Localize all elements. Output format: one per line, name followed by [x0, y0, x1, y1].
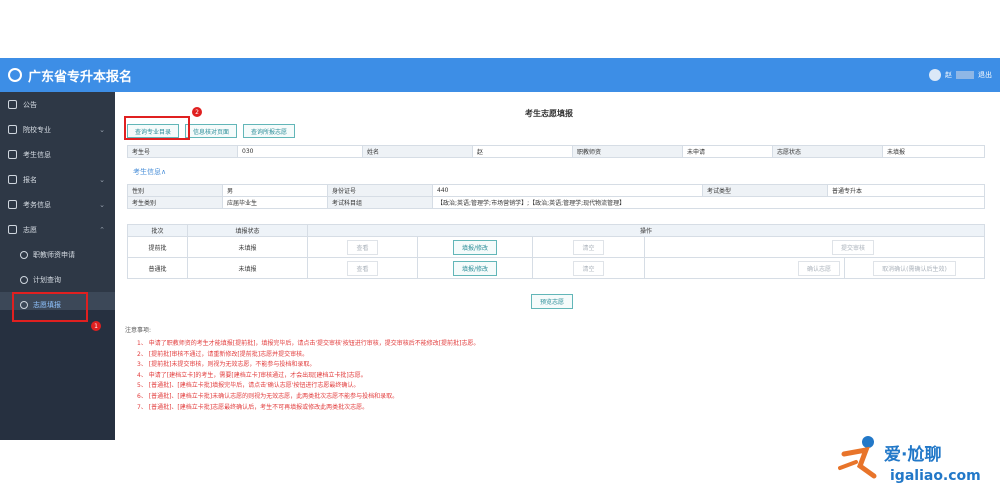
batch-table: 批次 填报状态 操作 提前批 未填报 查看 填报/修改 清空 提交审核 普通批 … — [127, 224, 985, 279]
preview-applications-button[interactable]: 预览志愿 — [531, 294, 574, 309]
label-app-status: 志愿状态 — [772, 145, 883, 158]
notes-title: 注意事项: — [125, 327, 152, 334]
value-teacher: 未申请 — [682, 145, 773, 158]
label-exam-no: 考生号 — [127, 145, 238, 158]
header-actions: 操作 — [307, 224, 985, 237]
sidebar-item-registration[interactable]: 报名 ⌄ — [0, 167, 115, 192]
exam-icon — [8, 200, 17, 209]
step-badge-2: 2 — [192, 107, 202, 117]
confirm-application-button[interactable]: 确认志愿 — [797, 260, 840, 276]
avatar-icon[interactable] — [929, 69, 941, 81]
id-card-icon — [8, 150, 17, 159]
info-check-page-button[interactable]: 信息核对页面 — [185, 124, 238, 138]
batch-name: 提前批 — [127, 236, 188, 258]
value-exam-type: 普通专升本 — [827, 184, 985, 197]
sidebar-item-label: 院校专业 — [23, 125, 51, 134]
school-icon — [8, 125, 17, 134]
view-button[interactable]: 查看 — [347, 260, 378, 276]
sidebar-item-candidate-info[interactable]: 考生信息 — [0, 142, 115, 167]
form-icon — [8, 175, 17, 184]
highlight-box-catalog — [124, 116, 190, 140]
table-row: 普通批 未填报 查看 填报/修改 清空 确认志愿 取消确认(需确认后生效) — [127, 257, 985, 279]
value-id: 440 — [432, 184, 703, 197]
batch-status: 未填报 — [187, 236, 308, 258]
note-item: 3、 [提前批]未提交审核，则视为无效志愿，不能参与投档和录取。 — [137, 361, 316, 369]
chevron-down-icon: ⌄ — [99, 200, 105, 209]
sidebar-item-label: 考务信息 — [23, 200, 51, 209]
top-header-bar: 广东省专升本报名 赵 退出 — [0, 58, 1000, 92]
user-name-mask — [956, 71, 974, 79]
highlight-box-sidebar — [12, 292, 88, 322]
label-name: 姓名 — [362, 145, 473, 158]
label-category: 考生类别 — [127, 196, 223, 209]
sidebar: 公告 院校专业 ⌄ 考生信息 报名 ⌄ 考务信息 ⌄ 志愿 ⌃ 职教师资申请 计… — [0, 92, 115, 440]
value-exam-no: 030 — [237, 145, 363, 158]
sidebar-subitem-teacher-apply[interactable]: 职教师资申请 — [0, 242, 115, 267]
label-exam-type: 考试类型 — [702, 184, 828, 197]
diamond-icon — [20, 275, 28, 284]
clear-button[interactable]: 清空 — [573, 239, 604, 255]
sidebar-item-exam-info[interactable]: 考务信息 ⌄ — [0, 192, 115, 217]
logout-link[interactable]: 退出 — [978, 70, 992, 80]
sidebar-item-label: 志愿 — [23, 225, 37, 234]
view-button[interactable]: 查看 — [347, 239, 378, 255]
sidebar-subitem-label: 计划查询 — [33, 275, 61, 284]
diamond-icon — [20, 250, 28, 259]
table-row: 提前批 未填报 查看 填报/修改 清空 提交审核 — [127, 236, 985, 258]
note-item: 5、 [普通批]、[建档立卡批]填报完毕后，请点击'确认志愿'按钮进行志愿最终确… — [137, 382, 360, 390]
chevron-down-icon: ⌄ — [99, 125, 105, 134]
label-teacher: 职教师资 — [572, 145, 683, 158]
value-name: 赵 — [472, 145, 573, 158]
sidebar-item-applications[interactable]: 志愿 ⌃ — [0, 217, 115, 242]
watermark-logo: 爱·尬聊 igaliao.com — [838, 432, 998, 494]
sidebar-item-label: 考生信息 — [23, 150, 51, 159]
wish-icon — [8, 225, 17, 234]
query-applied-button[interactable]: 查询所报志愿 — [243, 124, 296, 138]
note-item: 6、 [普通批]、[建档立卡批]未确认志愿的则视为无效志愿，此两类批次志愿不能参… — [137, 392, 399, 400]
sidebar-subitem-plan-query[interactable]: 计划查询 — [0, 267, 115, 292]
cancel-confirm-button[interactable]: 取消确认(需确认后生效) — [873, 260, 956, 276]
fill-edit-button[interactable]: 填报/修改 — [452, 239, 498, 255]
note-item: 4、 申请了[建档立卡]的考生，需要[建档立卡]审核通过，才会出现[建档立卡批]… — [137, 371, 367, 379]
user-area: 赵 退出 — [929, 69, 992, 81]
label-subject-group: 考试科目组 — [327, 196, 433, 209]
header-batch: 批次 — [127, 224, 188, 237]
step-badge-1: 1 — [91, 321, 101, 331]
notes-section: 注意事项: 1、 申请了职教师资的考生才能填报[提前批]，填报完毕后，请点击'提… — [125, 325, 479, 412]
value-gender: 男 — [222, 184, 328, 197]
value-app-status: 未填报 — [882, 145, 985, 158]
sidebar-item-label: 公告 — [23, 100, 37, 109]
sidebar-item-label: 报名 — [23, 175, 37, 184]
chevron-up-icon: ⌃ — [99, 225, 105, 234]
fill-edit-button[interactable]: 填报/修改 — [452, 260, 498, 276]
runner-icon — [838, 436, 877, 479]
candidate-info-toggle[interactable]: 考生信息∧ — [133, 167, 166, 177]
sidebar-subitem-label: 职教师资申请 — [33, 250, 75, 259]
page-title: 考生志愿填报 — [525, 109, 573, 118]
sidebar-item-schools-majors[interactable]: 院校专业 ⌄ — [0, 117, 115, 142]
submit-review-button[interactable]: 提交审核 — [831, 239, 874, 255]
batch-name: 普通批 — [127, 257, 188, 279]
note-item: 1、 申请了职教师资的考生才能填报[提前批]，填报完毕后，请点击'提交审核'按钮… — [137, 340, 480, 347]
watermark-url: igaliao.com — [890, 468, 981, 484]
note-item: 2、 [提前批]审核不通过，请重新修改[提前批]志愿并提交审核。 — [137, 350, 309, 358]
value-subject-group: 【政治;英语;管理学;市场营销学】;【政治;英语;管理学;现代物流管理】 — [432, 196, 985, 209]
label-gender: 性别 — [127, 184, 223, 197]
app-title: 广东省专升本报名 — [28, 69, 133, 85]
batch-status: 未填报 — [187, 257, 308, 279]
clear-button[interactable]: 清空 — [573, 260, 604, 276]
main-content: 考生志愿填报 查询专业目录 信息核对页面 查询所报志愿 2 考生号 030 姓名… — [115, 92, 1000, 440]
candidate-detail-table: 性别 男 身份证号 440 考试类型 普通专升本 考生类别 应届毕业生 考试科目… — [127, 184, 985, 209]
user-name: 赵 — [945, 71, 952, 79]
watermark-cn: 爱·尬聊 — [884, 445, 942, 465]
sidebar-item-announcements[interactable]: 公告 — [0, 92, 115, 117]
label-id: 身份证号 — [327, 184, 433, 197]
chevron-down-icon: ⌄ — [99, 175, 105, 184]
candidate-summary-table: 考生号 030 姓名 赵 职教师资 未申请 志愿状态 未填报 — [127, 145, 985, 158]
header-status: 填报状态 — [187, 224, 308, 237]
note-item: 7、 [普通批]、[建档立卡批]志愿最终确认后，考生不可再填报或修改此两类批次志… — [137, 403, 369, 411]
value-category: 应届毕业生 — [222, 196, 328, 209]
user-logo-icon — [8, 68, 22, 82]
bulletin-icon — [8, 100, 17, 109]
